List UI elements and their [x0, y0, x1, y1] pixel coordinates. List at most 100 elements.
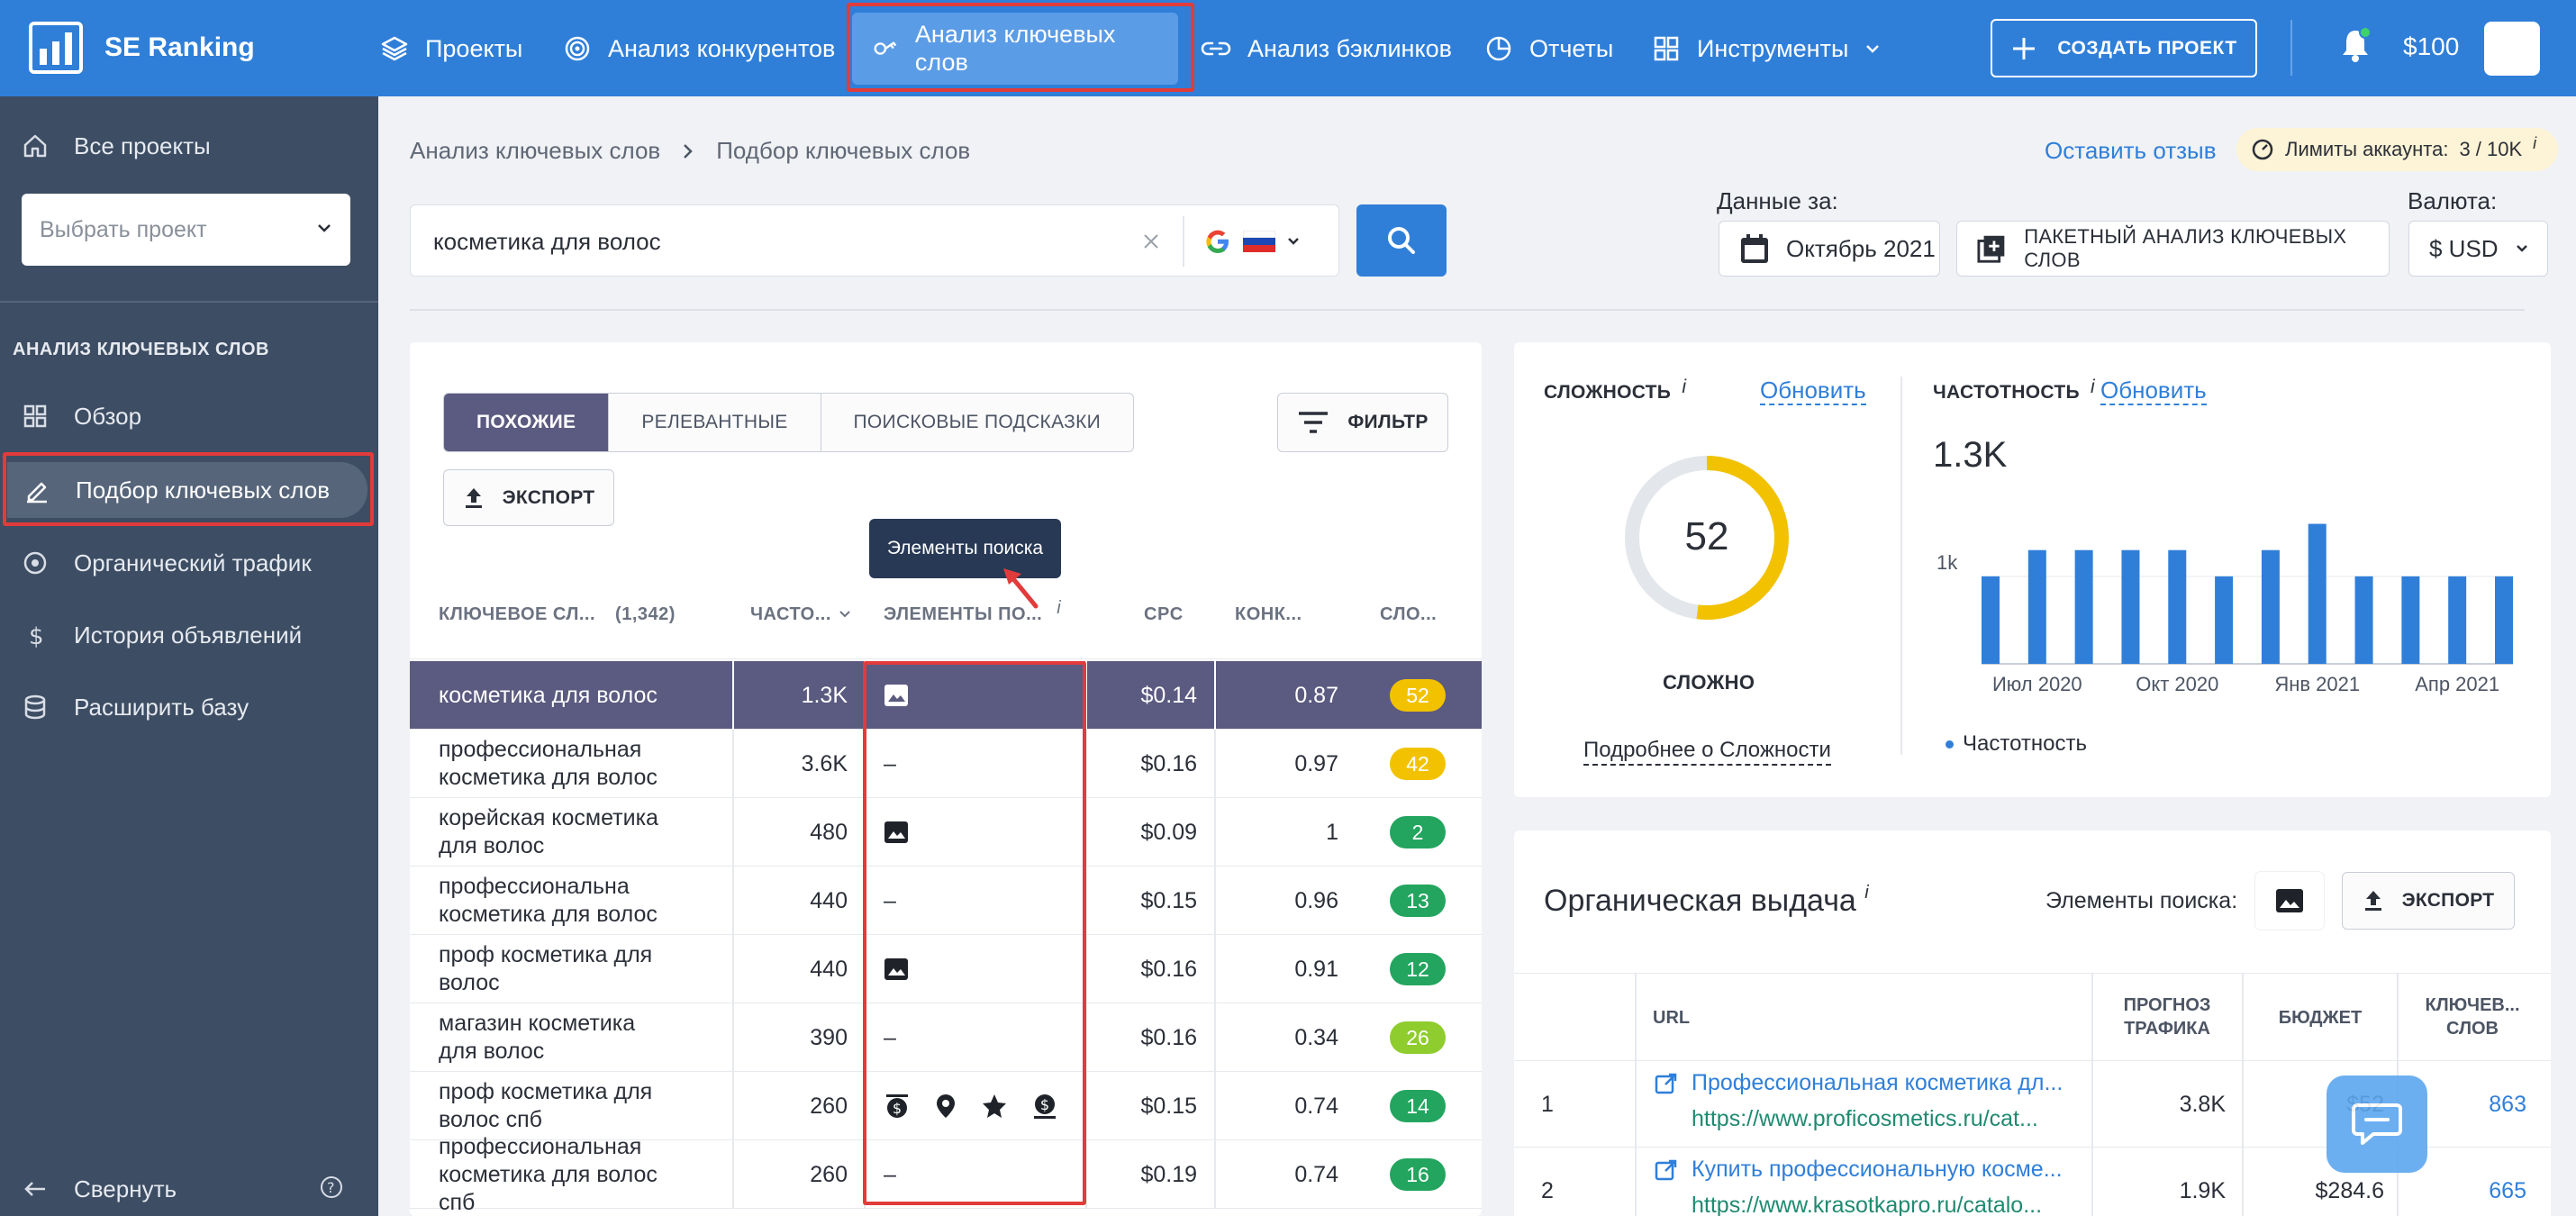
tab-similar[interactable]: ПОХОЖИЕ: [444, 394, 610, 451]
chart-bar[interactable]: [2121, 549, 2140, 664]
volume-cell: 1.3K: [801, 682, 848, 708]
chevron-down-icon: [1288, 238, 1299, 245]
keyword-search-field[interactable]: косметика для волос: [410, 204, 1339, 277]
result-url[interactable]: https://www.krasotkapro.ru/catalo...: [1692, 1193, 2042, 1216]
limits-label: Лимиты аккаунта:: [2285, 138, 2449, 160]
chart-bar[interactable]: [2401, 576, 2420, 664]
keyword-cell[interactable]: профессиональна косметика для волос: [439, 867, 673, 935]
clear-icon[interactable]: [1140, 231, 1162, 252]
chart-bar[interactable]: [2168, 549, 2187, 664]
avatar[interactable]: [2484, 22, 2540, 76]
volume-cell: 480: [810, 819, 848, 845]
serp-feature-filter[interactable]: [2255, 872, 2324, 930]
column-competition[interactable]: КОНК...: [1235, 569, 1302, 659]
home-icon: [23, 134, 47, 158]
result-title-link[interactable]: Профессиональная косметика дл...: [1692, 1070, 2063, 1096]
difficulty-refresh-link[interactable]: Обновить: [1760, 377, 1866, 405]
sidebar-item-organic-traffic[interactable]: Органический трафик: [0, 535, 378, 591]
nav-tools[interactable]: Инструменты: [1632, 13, 1900, 85]
chart-bar[interactable]: [2215, 576, 2234, 664]
column-difficulty[interactable]: СЛО...: [1380, 569, 1437, 659]
search-button[interactable]: [1356, 204, 1447, 277]
chart-bar[interactable]: [2308, 523, 2327, 664]
keyword-cell[interactable]: проф косметика для волос: [439, 935, 673, 1003]
info-icon: i: [2533, 133, 2537, 152]
nav-backlinks[interactable]: Анализ бэклинков: [1181, 13, 1472, 85]
cpc-cell: $0.19: [1140, 1161, 1197, 1187]
account-limits[interactable]: Лимиты аккаунта: 3 / 10K i: [2236, 128, 2559, 171]
organic-export-button[interactable]: ЭКСПОРТ: [2342, 872, 2515, 930]
nav-reports[interactable]: Отчеты: [1465, 13, 1633, 85]
sidebar-item-ad-history[interactable]: $ История объявлений: [0, 607, 378, 663]
keyword-cell[interactable]: профессиональная косметика для волос: [439, 730, 673, 798]
divider: [0, 301, 378, 303]
breadcrumb-parent[interactable]: Анализ ключевых слов: [410, 137, 660, 165]
keyword-count: (1,342): [615, 603, 676, 624]
keyword-cell[interactable]: корейская косметика для волос: [439, 798, 673, 867]
balance[interactable]: $100: [2403, 32, 2459, 61]
cpc-cell: $0.16: [1140, 1024, 1197, 1050]
sidebar-item-expand-base[interactable]: Расширить базу: [0, 679, 378, 735]
logo[interactable]: SE Ranking: [29, 22, 255, 74]
volume-title-label: ЧАСТОТНОСТЬ: [1933, 382, 2080, 403]
external-link-icon[interactable]: [1655, 1072, 1678, 1095]
volume-refresh-link[interactable]: Обновить: [2100, 377, 2207, 405]
bulk-analysis-button[interactable]: ПАКЕТНЫЙ АНАЛИЗ КЛЮЧЕВЫХ СЛОВ: [1956, 221, 2390, 277]
organic-title: Органическая выдача i: [1544, 883, 1869, 919]
column-cpc[interactable]: CPC: [1144, 569, 1184, 659]
cpc-cell: $0.15: [1140, 887, 1197, 913]
grid-icon: [23, 404, 47, 428]
chart-bar[interactable]: [2261, 549, 2280, 664]
column-url[interactable]: URL: [1653, 1006, 1690, 1030]
chart-bar[interactable]: [2027, 549, 2046, 664]
external-link-icon[interactable]: [1655, 1158, 1678, 1182]
help-icon[interactable]: ?: [319, 1175, 344, 1200]
breadcrumb: Анализ ключевых слов Подбор ключевых сло…: [410, 137, 970, 165]
chevron-down-icon: [1866, 45, 1880, 53]
search-input[interactable]: косметика для волос: [433, 228, 661, 256]
sidebar-item-all-projects[interactable]: Все проекты: [0, 118, 378, 174]
tab-search-suggestions[interactable]: ПОИСКОВЫЕ ПОДСКАЗКИ: [821, 394, 1134, 451]
keyword-cell[interactable]: проф косметика для волос спб: [439, 1072, 673, 1140]
column-volume[interactable]: ЧАСТО...: [750, 569, 851, 659]
column-keywords[interactable]: КЛЮЧЕВ... СЛОВ: [2409, 994, 2535, 1040]
competition-cell: 0.87: [1294, 682, 1338, 708]
keyword-cell[interactable]: магазин косметика для волос: [439, 1003, 673, 1072]
result-url[interactable]: https://www.proficosmetics.ru/cat...: [1692, 1106, 2038, 1132]
collapse-label: Свернуть: [74, 1175, 177, 1202]
chart-bar[interactable]: [2495, 576, 2513, 664]
chart-bar[interactable]: [2074, 549, 2093, 664]
tab-relevant[interactable]: РЕЛЕВАНТНЫЕ: [609, 394, 821, 451]
column-budget[interactable]: БЮДЖЕТ: [2262, 1006, 2379, 1030]
bell-icon[interactable]: [2340, 25, 2371, 63]
difficulty-badge: 16: [1390, 1158, 1446, 1191]
filter-button[interactable]: ФИЛЬТР: [1277, 393, 1448, 452]
keyword-cell[interactable]: косметика для волос: [439, 661, 673, 730]
result-title-link[interactable]: Купить профессиональную косме...: [1692, 1157, 2063, 1183]
date-picker[interactable]: Октябрь 2021: [1719, 221, 1940, 277]
currency-select[interactable]: $ USD: [2408, 221, 2548, 277]
create-project-button[interactable]: СОЗДАТЬ ПРОЕКТ: [1991, 19, 2257, 77]
nav-competitors[interactable]: Анализ конкурентов: [543, 13, 855, 85]
divider: [2242, 1148, 2244, 1216]
nav-label: Анализ бэклинков: [1247, 34, 1452, 62]
export-button[interactable]: ЭКСПОРТ: [443, 469, 614, 526]
keywords-cell[interactable]: 665: [2409, 1178, 2526, 1204]
column-traffic[interactable]: ПРОГНОЗ ТРАФИКА: [2109, 994, 2226, 1040]
chart-bar[interactable]: [2448, 576, 2467, 664]
volume-cell: 390: [810, 1024, 848, 1050]
column-keyword[interactable]: КЛЮЧЕВОЕ СЛ... (1,342): [439, 569, 676, 659]
difficulty-more-link[interactable]: Подробнее о Сложности: [1583, 737, 1831, 766]
sidebar-item-overview[interactable]: Обзор: [0, 388, 378, 444]
project-select[interactable]: Выбрать проект: [22, 194, 350, 266]
keyword-cell[interactable]: профессиональная косметика для волос спб: [439, 1134, 673, 1215]
project-select-placeholder: Выбрать проект: [40, 216, 207, 242]
nav-projects[interactable]: Проекты: [360, 13, 542, 85]
search-engine-select[interactable]: [1203, 225, 1320, 258]
chart-bar[interactable]: [1982, 576, 2000, 664]
competition-cell: 0.91: [1294, 956, 1338, 982]
chat-button[interactable]: [2327, 1075, 2427, 1173]
date-value: Октябрь 2021: [1786, 234, 1936, 262]
feedback-link[interactable]: Оставить отзыв: [2045, 137, 2217, 165]
chart-bar[interactable]: [2354, 576, 2373, 664]
